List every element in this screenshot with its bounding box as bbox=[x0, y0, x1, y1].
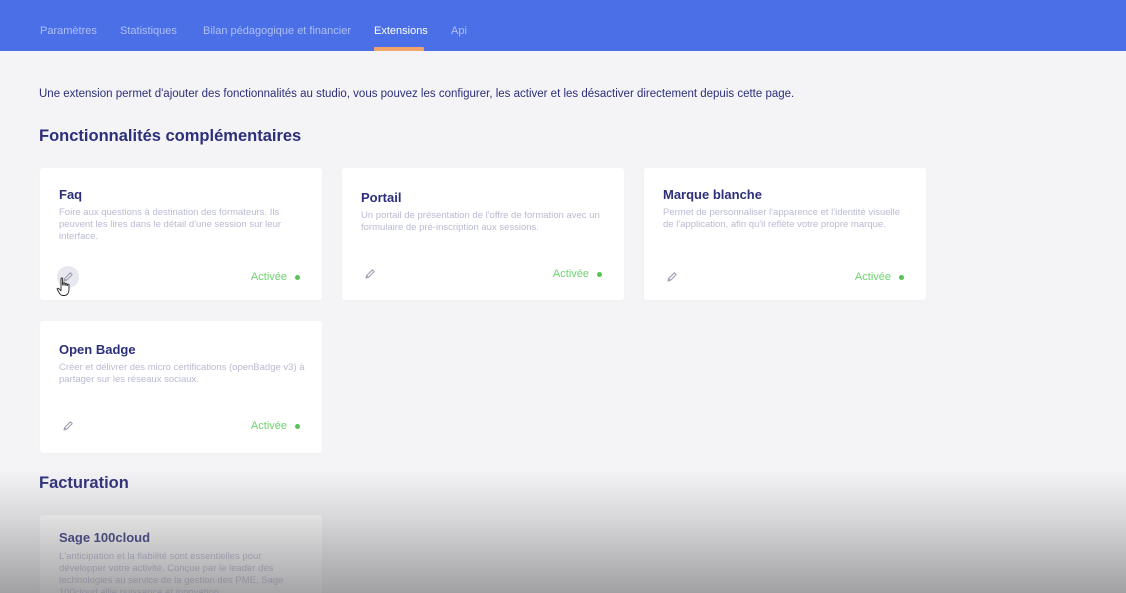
pencil-icon bbox=[667, 272, 677, 282]
status-label: Activée bbox=[854, 271, 891, 283]
extension-card-faq: Faq Foire aux questions à destination de… bbox=[40, 168, 322, 300]
status-label: Activée bbox=[552, 268, 589, 280]
pencil-icon bbox=[63, 421, 73, 431]
card-title: Marque blanche bbox=[663, 187, 762, 202]
tab-extensions[interactable]: Extensions bbox=[374, 25, 428, 37]
status-dot bbox=[295, 423, 300, 429]
tab-bilan-pedagogique[interactable]: Bilan pédagogique et financier bbox=[203, 25, 351, 37]
edit-button[interactable] bbox=[57, 266, 79, 288]
section-title-fonctionnalites: Fonctionnalités complémentaires bbox=[39, 127, 302, 145]
edit-button[interactable] bbox=[57, 415, 79, 437]
card-title: Portail bbox=[361, 190, 402, 205]
edit-button[interactable] bbox=[359, 263, 381, 285]
card-title: Sage 100cloud bbox=[59, 530, 151, 545]
pencil-icon bbox=[63, 272, 73, 282]
status-dot bbox=[899, 274, 904, 280]
status-label: Activée bbox=[250, 420, 287, 432]
extension-card-open-badge: Open Badge Créer et délivrer des micro c… bbox=[40, 321, 322, 453]
card-description: Créer et délivrer des micro certificatio… bbox=[59, 362, 305, 385]
pencil-icon bbox=[365, 269, 375, 279]
status-badge: Activée bbox=[251, 271, 300, 283]
card-title: Open Badge bbox=[59, 342, 136, 357]
tab-api[interactable]: Api bbox=[451, 25, 467, 37]
tab-parametres[interactable]: Paramètres bbox=[40, 25, 97, 37]
card-description: Un portail de présentation de l'offre de… bbox=[361, 210, 600, 233]
top-navigation-bar: Paramètres Statistiques Bilan pédagogiqu… bbox=[0, 0, 1126, 51]
edit-button[interactable] bbox=[661, 266, 683, 288]
extension-card-portail: Portail Un portail de présentation de l'… bbox=[342, 168, 624, 300]
active-tab-indicator bbox=[374, 47, 424, 51]
section-title-facturation: Facturation bbox=[39, 474, 129, 492]
status-dot bbox=[597, 271, 602, 277]
status-badge: Activée bbox=[553, 268, 602, 280]
card-description: Foire aux questions à destination des fo… bbox=[59, 207, 282, 242]
extension-card-sage-100cloud: Sage 100cloud L'anticipation et la fiabi… bbox=[40, 515, 322, 593]
card-description: Permet de personnaliser l'apparence et l… bbox=[663, 207, 901, 230]
card-description: L'anticipation et la fiabilité sont esse… bbox=[59, 551, 284, 593]
status-badge: Activée bbox=[251, 420, 300, 432]
intro-text: Une extension permet d'ajouter des fonct… bbox=[39, 88, 795, 100]
status-label: Activée bbox=[250, 271, 287, 283]
status-badge: Activée bbox=[855, 271, 904, 283]
status-dot bbox=[295, 274, 300, 280]
card-title: Faq bbox=[59, 187, 83, 202]
extension-card-marque-blanche: Marque blanche Permet de personnaliser l… bbox=[644, 168, 926, 300]
tab-statistiques[interactable]: Statistiques bbox=[120, 25, 177, 37]
